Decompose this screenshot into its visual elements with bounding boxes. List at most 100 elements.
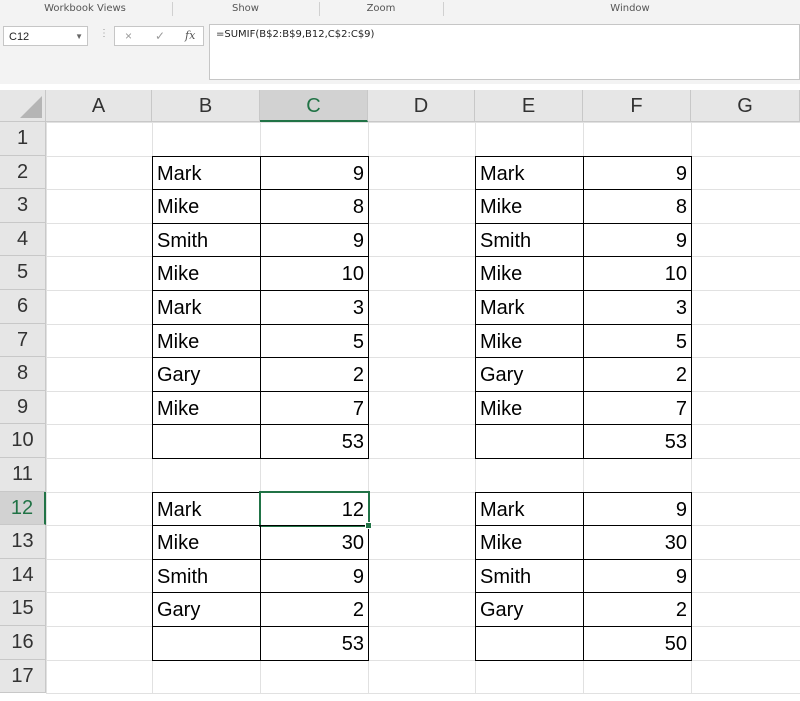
formula-bar: C12 ▼ ⋮ × ✓ fx =SUMIF(B$2:B$9,B12,C$2:C$… [0,18,800,84]
active-cell[interactable]: 12 [259,490,370,528]
chevron-down-icon[interactable]: ▼ [75,27,83,47]
value-cell[interactable]: 5 [583,323,692,359]
name-box[interactable]: C12 ▼ [3,26,88,46]
name-cell[interactable]: Mark [152,491,261,527]
name-cell[interactable]: Mike [152,323,261,359]
name-cell[interactable]: Mark [475,155,584,191]
value-cell[interactable]: 10 [583,256,692,291]
row-header-4[interactable]: 4 [0,222,46,257]
value-cell[interactable]: 9 [583,491,692,527]
fill-handle[interactable] [365,522,372,530]
drag-handle-icon[interactable]: ⋮ [99,28,109,39]
value-cell[interactable]: 5 [260,323,369,359]
column-header-a[interactable]: A [46,90,152,122]
ribbon-group-workbook-views: Workbook Views [44,3,126,14]
value-cell[interactable]: 50 [583,626,692,661]
name-cell[interactable]: Mike [152,390,261,426]
value-cell[interactable]: 9 [583,155,692,191]
name-cell[interactable]: Gary [475,357,584,392]
column-header-d[interactable]: D [368,90,475,122]
row-header-2[interactable]: 2 [0,155,46,190]
row-header-3[interactable]: 3 [0,189,46,223]
value-cell[interactable]: 2 [583,592,692,627]
row-header-12[interactable]: 12 [0,491,46,526]
column-header-e[interactable]: E [475,90,583,122]
row-header-14[interactable]: 14 [0,558,46,593]
value-cell[interactable]: 9 [260,155,369,191]
name-cell[interactable]: Mike [152,525,261,560]
name-cell[interactable] [475,458,584,493]
value-cell[interactable]: 9 [583,558,692,594]
name-cell[interactable]: Mike [475,525,584,560]
row-header-1[interactable]: 1 [0,122,46,156]
value-cell[interactable]: 9 [260,222,369,258]
row-header-15[interactable]: 15 [0,592,46,626]
row-header-17[interactable]: 17 [0,659,46,694]
name-cell[interactable]: Smith [152,222,261,258]
value-cell[interactable]: 9 [583,222,692,258]
value-cell[interactable]: 30 [583,525,692,560]
name-cell[interactable]: Mark [475,491,584,527]
enter-icon[interactable]: ✓ [155,29,165,43]
value-cell[interactable]: 7 [583,390,692,426]
insert-function-icon[interactable]: fx [185,29,195,42]
worksheet-grid: A B C D E F G 1 2 3 4 5 6 7 8 9 10 11 12 13 14 15 16 17 Mark 9 Mik… [0,90,800,701]
value-cell[interactable]: 2 [260,357,369,392]
column-header-c[interactable]: C [260,90,368,122]
name-cell[interactable]: Mike [152,256,261,291]
name-cell[interactable]: Mike [475,189,584,224]
value-cell[interactable]: 53 [260,626,369,661]
row-header-6[interactable]: 6 [0,290,46,324]
select-all-triangle-icon [20,96,42,118]
row-header-8[interactable]: 8 [0,357,46,391]
name-cell[interactable]: Mike [475,256,584,291]
value-cell[interactable]: 8 [260,189,369,224]
select-all-button[interactable] [0,90,46,122]
value-cell[interactable]: 2 [260,592,369,627]
row-header-7[interactable]: 7 [0,323,46,358]
column-header-f[interactable]: F [583,90,691,122]
name-cell[interactable]: Smith [475,222,584,258]
name-cell[interactable]: Mike [152,189,261,224]
name-cell[interactable]: Mark [152,290,261,325]
name-cell[interactable]: Smith [152,558,261,594]
value-cell[interactable] [583,458,692,493]
row-header-11[interactable]: 11 [0,458,46,492]
value-cell[interactable]: 53 [583,424,692,459]
name-box-value: C12 [9,31,30,43]
name-cell[interactable]: Gary [152,357,261,392]
column-header-b[interactable]: B [152,90,260,122]
row-header-16[interactable]: 16 [0,626,46,660]
value-cell[interactable]: 30 [260,525,369,560]
name-cell[interactable]: Gary [475,592,584,627]
name-cell[interactable]: Mark [152,155,261,191]
name-cell[interactable]: Smith [475,558,584,594]
row-header-5[interactable]: 5 [0,256,46,290]
name-cell[interactable] [152,424,261,459]
value-cell[interactable]: 7 [260,390,369,426]
name-cell[interactable] [152,626,261,661]
value-cell[interactable]: 3 [260,290,369,325]
ribbon-separator [319,2,320,16]
row-header-10[interactable]: 10 [0,424,46,458]
value-cell[interactable]: 10 [260,256,369,291]
gridline [46,693,800,695]
formula-input[interactable]: =SUMIF(B$2:B$9,B12,C$2:C$9) [209,24,800,80]
name-cell[interactable] [475,626,584,661]
name-cell[interactable]: Gary [152,592,261,627]
name-cell[interactable]: Mike [475,323,584,359]
name-cell[interactable]: Mark [475,290,584,325]
value-cell[interactable]: 2 [583,357,692,392]
value-cell[interactable]: 8 [583,189,692,224]
value-cell[interactable]: 53 [260,424,369,459]
value-cell[interactable]: 3 [583,290,692,325]
row-header-9[interactable]: 9 [0,390,46,425]
name-cell[interactable] [152,458,261,493]
cancel-icon[interactable]: × [125,29,132,43]
value-cell[interactable]: 9 [260,558,369,594]
name-cell[interactable] [475,424,584,459]
row-header-13[interactable]: 13 [0,525,46,559]
name-cell[interactable]: Mike [475,390,584,426]
column-header-g[interactable]: G [691,90,800,122]
value-cell[interactable] [260,458,369,493]
